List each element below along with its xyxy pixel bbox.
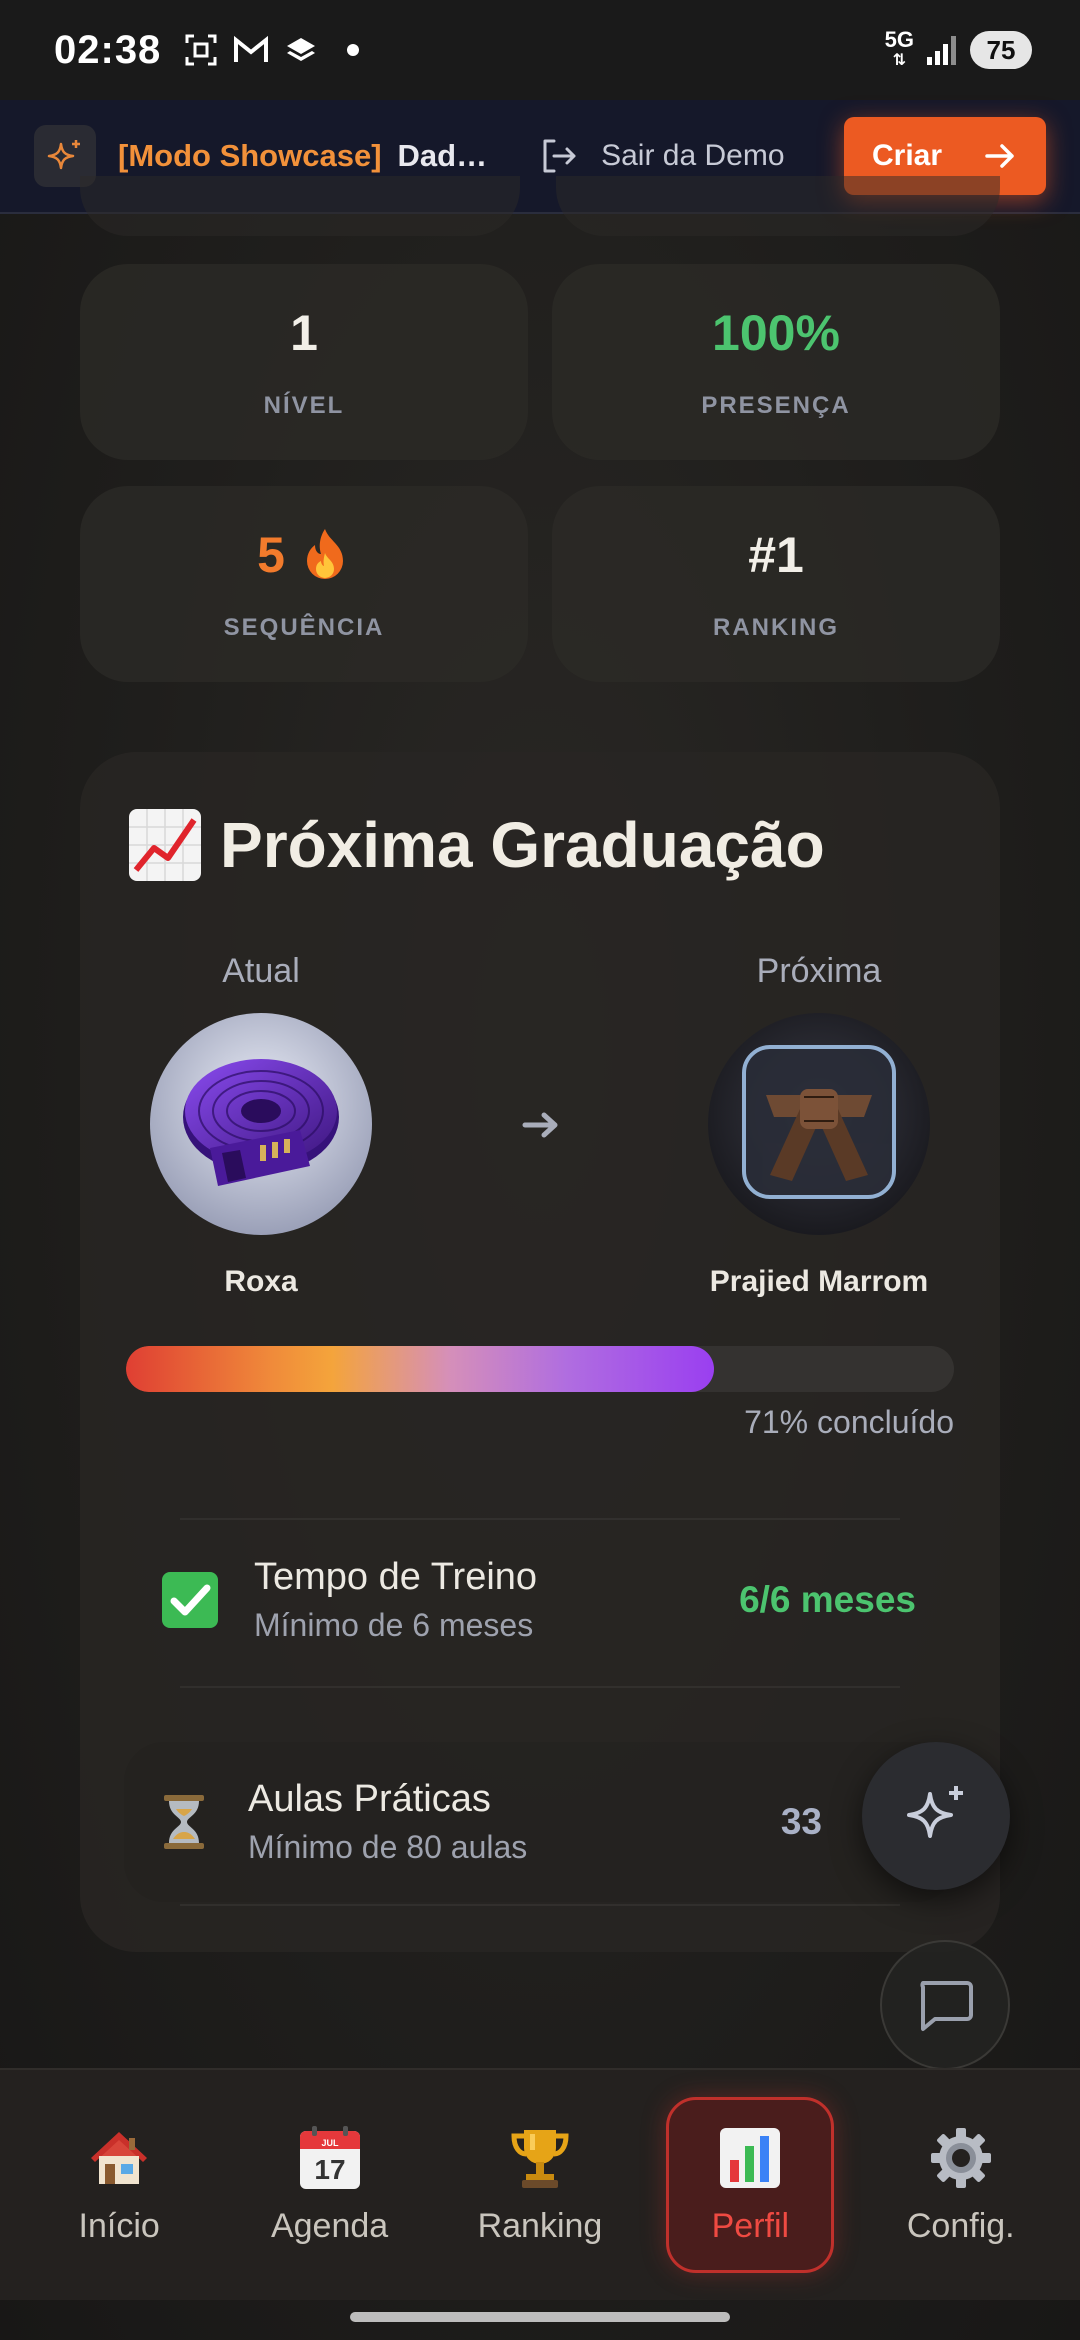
- progress-label: 71% concluído: [744, 1404, 954, 1440]
- requirement-title: Aulas Práticas: [248, 1778, 491, 1820]
- stat-streak-value: 5: [257, 527, 285, 583]
- stat-attendance-label: PRESENÇA: [701, 392, 851, 419]
- requirement-text: Aulas Práticas Mínimo de 80 aulas: [248, 1778, 527, 1866]
- hourglass-icon: [154, 1792, 214, 1852]
- requirement-text: Tempo de Treino Mínimo de 6 meses: [254, 1556, 537, 1644]
- gmail-icon: [233, 32, 269, 68]
- requirement-subtitle: Mínimo de 80 aulas: [248, 1829, 528, 1865]
- nav-item-settings[interactable]: Config.: [877, 2097, 1045, 2273]
- progress-fill: [126, 1346, 714, 1392]
- stat-ranking-value: #1: [748, 527, 804, 583]
- more-notifications-dot: [347, 44, 360, 56]
- stat-ranking-label: RANKING: [713, 614, 839, 641]
- next-belt-caption: Próxima: [756, 952, 882, 990]
- app-screen: 02:38 5G ⇅ 75 [Modo Showcase] Dad… Sair …: [0, 0, 1080, 2340]
- showcase-mode-label: [Modo Showcase]: [118, 138, 382, 173]
- nav-item-agenda[interactable]: JUL 17 Agenda: [246, 2097, 414, 2273]
- graduation-title: Próxima Graduação: [220, 809, 825, 881]
- chart-icon: [717, 2125, 783, 2191]
- system-icons: 5G ⇅ 75: [884, 26, 1032, 70]
- exit-demo-label: Sair da Demo: [601, 139, 785, 172]
- nav-item-home[interactable]: Início: [35, 2097, 203, 2273]
- showcase-subtitle: Dad…: [397, 138, 488, 173]
- battery-level: 75: [970, 31, 1032, 69]
- current-belt-name: Roxa: [224, 1265, 298, 1298]
- home-icon: [86, 2125, 152, 2191]
- stat-attendance-value: 100%: [712, 305, 840, 361]
- arrow-right-icon: [982, 138, 1018, 174]
- current-belt-caption: Atual: [222, 952, 300, 990]
- ai-assistant-button[interactable]: [862, 1742, 1010, 1890]
- chart-increasing-icon: [126, 806, 204, 884]
- current-belt: Atual Roxa: [111, 952, 411, 1299]
- arrow-right-icon: [522, 1110, 562, 1145]
- nav-item-profile[interactable]: Perfil: [666, 2097, 835, 2273]
- stat-level-value: 1: [290, 305, 318, 361]
- nav-label: Perfil: [711, 2206, 790, 2245]
- requirement-practical-classes: Aulas Práticas Mínimo de 80 aulas 33: [124, 1742, 956, 1902]
- calendar-icon: JUL 17: [297, 2125, 363, 2191]
- trophy-icon: [507, 2125, 573, 2191]
- gear-icon: [928, 2125, 994, 2191]
- nav-label: Início: [78, 2206, 160, 2245]
- requirement-subtitle: Mínimo de 6 meses: [254, 1607, 534, 1643]
- brown-belt-image: [708, 1013, 930, 1235]
- chat-icon: [915, 1977, 975, 2033]
- nav-label: Config.: [906, 2206, 1015, 2245]
- scrolled-card-edge: [80, 176, 520, 236]
- calendar-icon-day: 17: [314, 2154, 345, 2185]
- logout-icon: [539, 136, 579, 176]
- stat-card-streak: 5 SEQUÊNCIA: [80, 486, 528, 682]
- fire-icon: [299, 527, 351, 583]
- stat-card-attendance: 100% PRESENÇA: [552, 264, 1000, 460]
- stat-streak: 5: [257, 526, 351, 584]
- exit-demo-button[interactable]: Sair da Demo: [539, 136, 785, 176]
- home-indicator[interactable]: [350, 2312, 730, 2322]
- purple-belt-image: [150, 1013, 372, 1235]
- requirement-value: 33: [780, 1801, 822, 1842]
- requirement-title: Tempo de Treino: [254, 1556, 538, 1598]
- create-label: Criar: [872, 139, 943, 172]
- network-type: 5G ⇅: [884, 26, 914, 69]
- stat-level-label: NÍVEL: [263, 392, 345, 419]
- next-graduation-card: Próxima Graduação Atual Roxa Próxima Pra…: [80, 752, 1000, 1952]
- graduation-header: Próxima Graduação: [126, 806, 825, 884]
- status-bar: 02:38 5G ⇅ 75: [0, 0, 1080, 100]
- stat-card-ranking: #1 RANKING: [552, 486, 1000, 682]
- requirement-value: 6/6 meses: [739, 1579, 916, 1620]
- nav-label: Agenda: [270, 2206, 389, 2245]
- graduation-progress-bar: [126, 1346, 954, 1392]
- divider: [180, 1904, 900, 1906]
- nav-label: Ranking: [477, 2206, 603, 2245]
- next-belt: Próxima Prajied Marrom: [669, 952, 969, 1299]
- stack-app-icon: [283, 32, 319, 68]
- divider: [180, 1686, 900, 1688]
- status-time: 02:38: [54, 27, 162, 72]
- bottom-navigation: Início JUL 17 Agenda Ranking Perfil Confi…: [0, 2068, 1080, 2300]
- next-belt-name: Prajied Marrom: [709, 1265, 929, 1298]
- stat-streak-label: SEQUÊNCIA: [223, 614, 385, 641]
- notification-icons: [183, 32, 360, 68]
- calendar-icon-month: JUL: [321, 2138, 339, 2148]
- screenshot-icon: [183, 32, 219, 68]
- check-icon: [160, 1570, 220, 1630]
- stat-card-level: 1 NÍVEL: [80, 264, 528, 460]
- signal-icon: [924, 32, 960, 68]
- chat-button[interactable]: [880, 1940, 1010, 2070]
- scrolled-card-edge: [556, 176, 1000, 236]
- sparkles-icon: [900, 1780, 972, 1852]
- nav-item-ranking[interactable]: Ranking: [456, 2097, 624, 2273]
- requirement-training-time: Tempo de Treino Mínimo de 6 meses 6/6 me…: [124, 1520, 956, 1680]
